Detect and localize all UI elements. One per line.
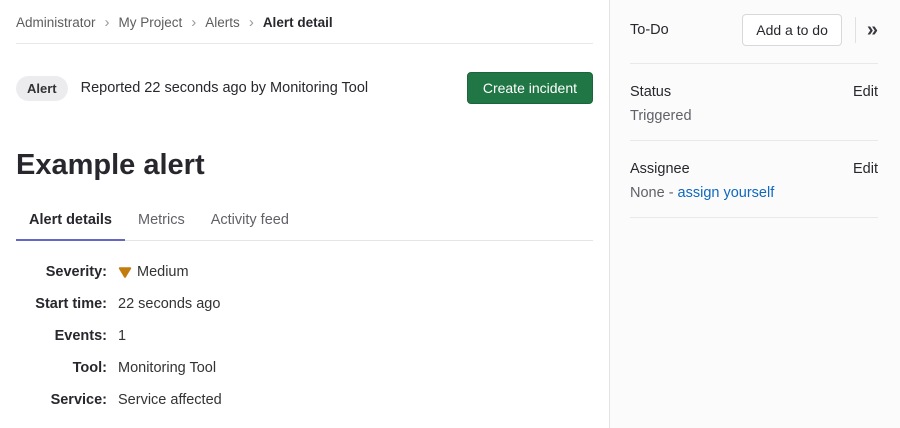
breadcrumb-link-my-project[interactable]: My Project xyxy=(119,15,183,30)
reported-text: Reported 22 seconds ago by Monitoring To… xyxy=(81,80,467,96)
alert-type-badge: Alert xyxy=(16,76,68,101)
tabs: Alert details Metrics Activity feed xyxy=(16,203,593,241)
breadcrumb-separator-icon: › xyxy=(249,15,254,30)
breadcrumb-separator-icon: › xyxy=(105,15,110,30)
status-label: Status xyxy=(630,84,671,100)
right-sidebar: To-Do Add a to do » Status Edit Triggere… xyxy=(609,0,900,428)
main-content: Administrator › My Project › Alerts › Al… xyxy=(0,0,609,428)
breadcrumb-link-alerts[interactable]: Alerts xyxy=(205,15,240,30)
page-title: Example alert xyxy=(16,149,593,181)
tab-metrics[interactable]: Metrics xyxy=(125,203,198,240)
detail-value-start-time: 22 seconds ago xyxy=(118,294,593,314)
breadcrumb-link-administrator[interactable]: Administrator xyxy=(16,15,96,30)
breadcrumb-separator-icon: › xyxy=(191,15,196,30)
detail-label-service: Service: xyxy=(16,390,107,410)
detail-value-tool: Monitoring Tool xyxy=(118,358,593,378)
detail-value-service: Service affected xyxy=(118,390,593,410)
alert-summary-bar: Alert Reported 22 seconds ago by Monitor… xyxy=(16,72,593,104)
detail-label-severity: Severity: xyxy=(16,262,107,282)
detail-label-tool: Tool: xyxy=(16,358,107,378)
collapse-sidebar-button[interactable]: » xyxy=(856,20,878,40)
todo-section: To-Do Add a to do » xyxy=(630,0,878,64)
breadcrumb-current-page: Alert detail xyxy=(263,15,333,30)
status-value: Triggered xyxy=(630,108,878,124)
chevron-double-right-icon: » xyxy=(867,19,878,41)
status-section: Status Edit Triggered xyxy=(630,64,878,141)
severity-medium-triangle xyxy=(120,268,130,277)
todo-label: To-Do xyxy=(630,22,742,38)
severity-medium-icon xyxy=(118,267,132,278)
assignee-value: None -assign yourself xyxy=(630,185,878,201)
add-todo-button[interactable]: Add a to do xyxy=(742,14,842,46)
assign-yourself-link[interactable]: assign yourself xyxy=(678,185,775,201)
detail-value-severity-text: Medium xyxy=(137,262,189,282)
alert-details-list: Severity: Medium Start time: 22 seconds … xyxy=(16,262,593,410)
create-incident-button[interactable]: Create incident xyxy=(467,72,593,104)
tab-activity-feed[interactable]: Activity feed xyxy=(198,203,302,240)
detail-label-events: Events: xyxy=(16,326,107,346)
detail-label-start-time: Start time: xyxy=(16,294,107,314)
assignee-none-text: None - xyxy=(630,185,674,201)
assignee-section: Assignee Edit None -assign yourself xyxy=(630,141,878,218)
assignee-label: Assignee xyxy=(630,161,690,177)
detail-value-severity: Medium xyxy=(118,262,593,282)
status-edit-button[interactable]: Edit xyxy=(853,84,878,100)
alert-detail-page: Administrator › My Project › Alerts › Al… xyxy=(0,0,900,428)
tab-alert-details[interactable]: Alert details xyxy=(16,203,125,241)
assignee-edit-button[interactable]: Edit xyxy=(853,161,878,177)
detail-value-events: 1 xyxy=(118,326,593,346)
breadcrumb: Administrator › My Project › Alerts › Al… xyxy=(16,0,593,44)
